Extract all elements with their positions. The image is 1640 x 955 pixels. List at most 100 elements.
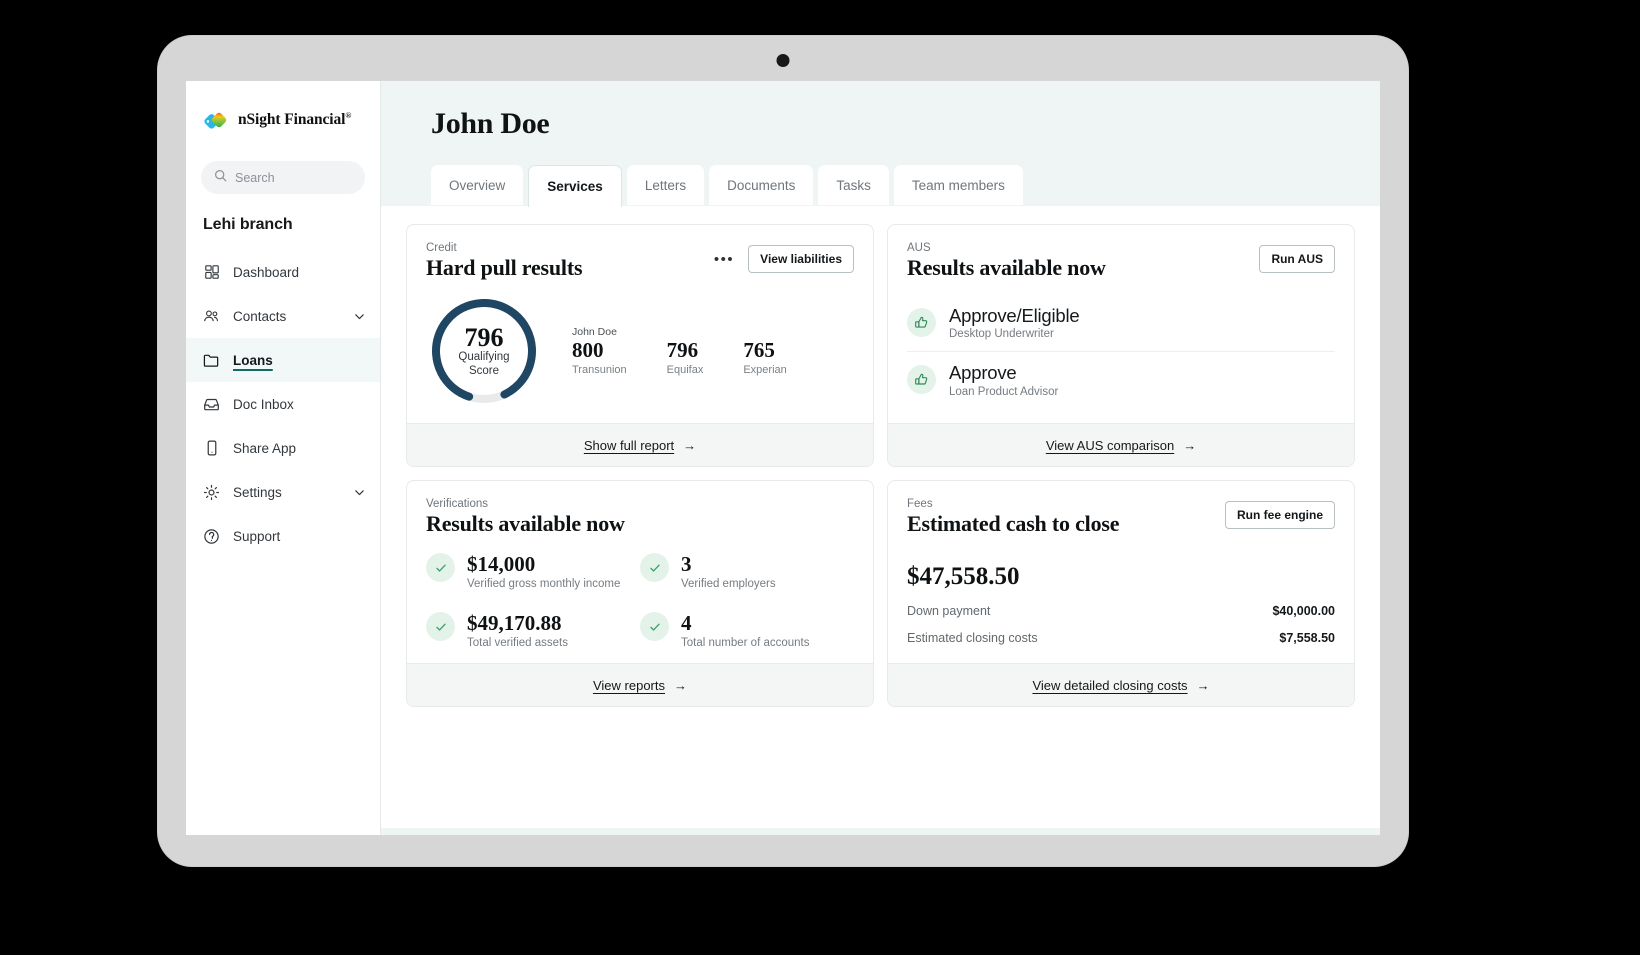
aus-results-list: Approve/Eligible Desktop Underwriter <box>907 295 1335 409</box>
bureau-score: 800 <box>572 339 627 362</box>
aus-card: AUS Results available now Run AUS <box>887 224 1355 467</box>
sidebar-item-support[interactable]: Support <box>186 514 380 558</box>
aus-eyebrow: AUS <box>907 242 1106 254</box>
run-aus-button[interactable]: Run AUS <box>1259 245 1335 273</box>
cards-grid: Credit Hard pull results ••• View liabil… <box>406 224 1355 707</box>
view-liabilities-button[interactable]: View liabilities <box>748 245 854 273</box>
view-reports-link[interactable]: View reports → <box>407 663 873 706</box>
sidebar-item-label: Settings <box>233 485 340 500</box>
tab-services[interactable]: Services <box>528 165 622 207</box>
more-options-icon[interactable]: ••• <box>714 252 734 267</box>
tab-label: Documents <box>727 178 795 193</box>
tablet-device-frame: nSight Financial® Search Lehi branch <box>158 36 1408 866</box>
fee-label: Estimated closing costs <box>907 631 1038 645</box>
credit-card-header: Credit Hard pull results ••• View liabil… <box>426 242 854 281</box>
aus-result-title: Approve <box>949 362 1058 383</box>
tab-tasks[interactable]: Tasks <box>818 165 889 205</box>
page-title: John Doe <box>431 107 1380 141</box>
fees-actions: Run fee engine <box>1225 498 1335 529</box>
sidebar-item-doc-inbox[interactable]: Doc Inbox <box>186 382 380 426</box>
brand-logo[interactable]: nSight Financial® <box>186 103 380 137</box>
nsight-tag-logo-icon <box>203 108 229 132</box>
tab-overview[interactable]: Overview <box>431 165 523 205</box>
inbox-icon <box>203 396 220 413</box>
bureau-equifax: 796 Equifax <box>667 326 704 376</box>
tab-label: Tasks <box>836 178 871 193</box>
view-aus-comparison-link[interactable]: View AUS comparison → <box>888 423 1354 466</box>
verification-label: Verified gross monthly income <box>467 578 620 590</box>
aus-result-row: Approve/Eligible Desktop Underwriter <box>907 295 1335 351</box>
aus-result-row: Approve Loan Product Advisor <box>907 351 1335 408</box>
brand-registered-mark: ® <box>345 111 351 120</box>
tab-label: Letters <box>645 178 686 193</box>
mobile-icon <box>203 440 220 457</box>
sidebar-item-settings[interactable]: Settings <box>186 470 380 514</box>
view-detailed-closing-costs-link[interactable]: View detailed closing costs → <box>888 663 1354 706</box>
chevron-down-icon[interactable] <box>353 310 366 323</box>
branch-name: Lehi branch <box>203 216 380 234</box>
verification-item: 4 Total number of accounts <box>640 612 854 649</box>
fee-value: $7,558.50 <box>1279 631 1335 645</box>
sidebar-item-label: Support <box>233 529 366 544</box>
sidebar-item-contacts[interactable]: Contacts <box>186 294 380 338</box>
sidebar-item-dashboard[interactable]: Dashboard <box>186 250 380 294</box>
run-fee-engine-button[interactable]: Run fee engine <box>1225 501 1335 529</box>
sidebar-item-label: Doc Inbox <box>233 397 366 412</box>
tab-label: Overview <box>449 178 505 193</box>
credit-eyebrow: Credit <box>426 242 582 254</box>
aus-result-title: Approve/Eligible <box>949 305 1080 326</box>
sidebar-item-label: Contacts <box>233 309 340 324</box>
footer-link-label: View reports <box>593 678 665 693</box>
bureau-name: Experian <box>743 364 786 376</box>
footer-link-label: View detailed closing costs <box>1032 678 1187 693</box>
app-screen: nSight Financial® Search Lehi branch <box>186 81 1380 835</box>
show-full-report-link[interactable]: Show full report → <box>407 423 873 466</box>
sidebar-item-share-app[interactable]: Share App <box>186 426 380 470</box>
credit-card: Credit Hard pull results ••• View liabil… <box>406 224 874 467</box>
bureau-transunion: John Doe 800 Transunion <box>572 326 627 376</box>
bureau-scores: John Doe 800 Transunion 796 Equifax <box>572 326 787 376</box>
aus-card-body: AUS Results available now Run AUS <box>888 225 1354 423</box>
tab-label: Services <box>547 179 603 194</box>
qualifying-score-gauge: 796 QualifyingScore <box>426 293 542 409</box>
verification-label: Total verified assets <box>467 637 568 649</box>
chevron-down-icon[interactable] <box>353 486 366 499</box>
contacts-icon <box>203 308 220 325</box>
gear-icon <box>203 484 220 501</box>
verifications-eyebrow: Verifications <box>426 498 625 510</box>
fee-value: $40,000.00 <box>1272 604 1335 618</box>
brand-name: nSight Financial® <box>238 111 351 129</box>
bureau-owner: John Doe <box>572 326 627 338</box>
search-input[interactable]: Search <box>201 161 365 194</box>
tab-team-members[interactable]: Team members <box>894 165 1023 205</box>
fees-title: Estimated cash to close <box>907 511 1119 537</box>
tab-label: Team members <box>912 178 1005 193</box>
fees-eyebrow: Fees <box>907 498 1119 510</box>
sidebar-item-label: Dashboard <box>233 265 366 280</box>
sidebar-item-loans[interactable]: Loans <box>186 338 380 382</box>
bureau-owner <box>743 326 786 338</box>
gauge-center: 796 QualifyingScore <box>426 293 542 409</box>
footer-link-label: Show full report <box>584 438 674 453</box>
services-panel: Credit Hard pull results ••• View liabil… <box>381 206 1380 828</box>
arrow-right-icon: → <box>1197 678 1210 693</box>
search-placeholder: Search <box>235 171 275 185</box>
bureau-experian: 765 Experian <box>743 326 786 376</box>
verification-value: $14,000 <box>467 553 620 575</box>
aus-card-header: AUS Results available now Run AUS <box>907 242 1335 281</box>
credit-card-body: Credit Hard pull results ••• View liabil… <box>407 225 873 423</box>
aus-result-subtitle: Desktop Underwriter <box>949 328 1080 340</box>
check-icon <box>426 553 455 582</box>
device-camera <box>777 54 790 67</box>
verification-value: $49,170.88 <box>467 612 568 634</box>
tab-documents[interactable]: Documents <box>709 165 813 205</box>
dashboard-icon <box>203 264 220 281</box>
footer-link-label: View AUS comparison <box>1046 438 1174 453</box>
tab-letters[interactable]: Letters <box>627 165 704 205</box>
verification-label: Verified employers <box>681 578 776 590</box>
verification-label: Total number of accounts <box>681 637 810 649</box>
arrow-right-icon: → <box>683 438 696 453</box>
verification-value: 3 <box>681 553 776 575</box>
credit-actions: ••• View liabilities <box>714 242 854 273</box>
verification-item: $49,170.88 Total verified assets <box>426 612 640 649</box>
